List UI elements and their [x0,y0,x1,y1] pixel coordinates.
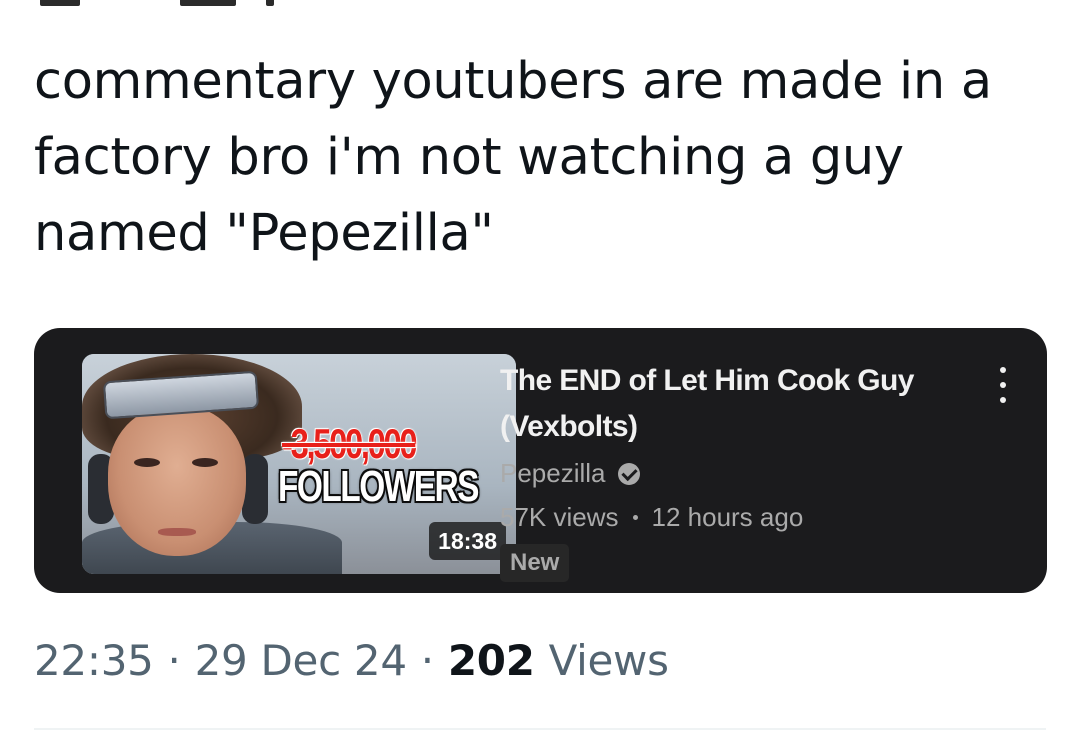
channel-row[interactable]: Pepezilla [500,458,640,489]
divider [34,728,1046,730]
eye-right [192,458,218,467]
mouth [158,528,196,536]
youtube-video-card[interactable]: -3,500,000 FOLLOWERS 18:38 The END of Le… [34,328,1047,593]
thumbnail-overlay-word: FOLLOWERS [278,462,479,511]
footer-separator: · [167,636,181,685]
video-thumbnail[interactable]: -3,500,000 FOLLOWERS 18:38 [82,354,516,574]
upload-age: 12 hours ago [651,502,804,532]
headphone-right [242,454,268,524]
new-badge: New [500,544,570,582]
video-duration: 18:38 [429,522,506,560]
tweet-date[interactable]: 29 Dec 24 [195,636,407,685]
thumbnail-face [108,406,246,556]
footer-separator: · [420,636,434,685]
channel-name[interactable]: Pepezilla [500,458,606,489]
view-count: 57K views [500,502,619,532]
tweet-time[interactable]: 22:35 [34,636,154,685]
views-label: Views [548,636,669,685]
video-meta: 57K views 12 hours ago [500,502,803,533]
tweet-text: commentary youtubers are made in a facto… [34,52,992,263]
verified-check-icon [617,462,640,485]
tweet-footer: 22:35 · 29 Dec 24 · 202 Views [34,636,669,685]
previous-content-fragment [40,0,290,8]
video-title[interactable]: The END of Let Him Cook Guy (Vexbolts) [500,358,970,450]
thumbnail-overlay-number: -3,500,000 [282,420,418,467]
eye-left [134,458,160,467]
more-vertical-icon[interactable] [989,363,1019,407]
meta-separator-dot [632,515,638,520]
views-count: 202 [447,636,535,685]
